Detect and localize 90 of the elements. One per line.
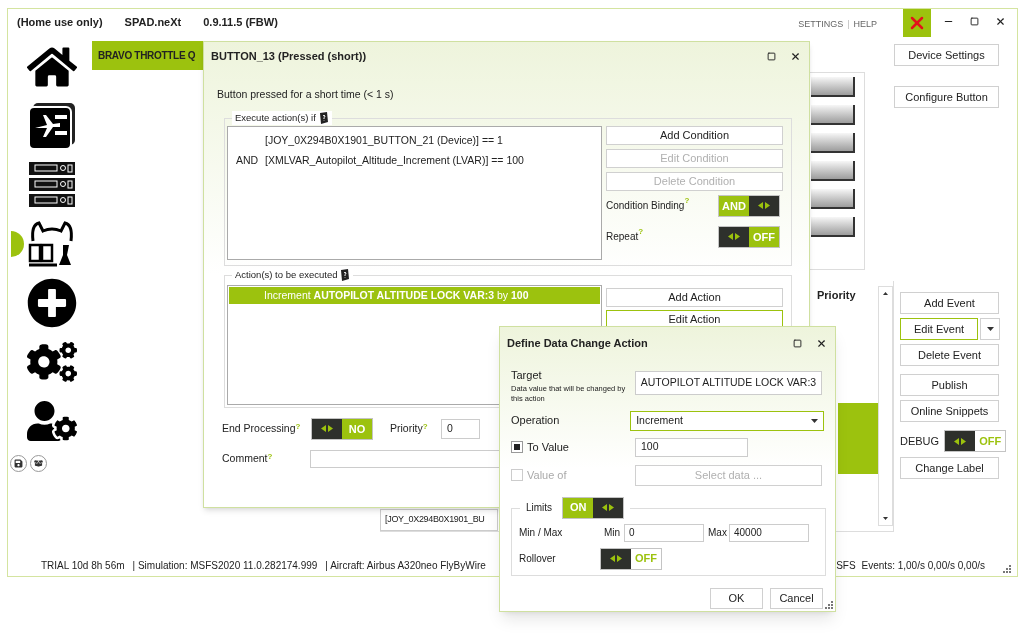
field-label: Priority (390, 420, 423, 436)
help-mark: ? (295, 420, 301, 431)
field-label: Comment (222, 450, 268, 466)
field-label: Min / Max (519, 526, 564, 540)
key-button[interactable] (811, 77, 855, 97)
condition-expression[interactable]: [JOY_0X294B0X1901_BUTTON_21 (Device)] == 1 (265, 132, 503, 149)
group-title: Limits (526, 501, 553, 515)
event-button[interactable]: Delete Event (900, 344, 999, 366)
group-title: Execute action(s) if (235, 110, 316, 125)
close-icon[interactable] (994, 15, 1006, 27)
menu-separator: | (847, 18, 850, 31)
maximize-icon[interactable] (969, 16, 979, 26)
event-button[interactable]: Add Event (900, 292, 999, 314)
max-field[interactable]: 40000 (729, 523, 809, 542)
device-tab[interactable]: BRAVO THROTTLE Q (92, 41, 203, 70)
dialog-description: Button pressed for a short time (< 1 s) (217, 87, 395, 102)
event-button[interactable]: Edit Event (900, 318, 978, 340)
device-button[interactable]: Device Settings (894, 44, 999, 66)
close-icon[interactable] (790, 51, 801, 62)
field-label: Operation (511, 413, 561, 429)
window-title: SPAD.neXt (124, 15, 182, 30)
checklist-icon[interactable] (27, 101, 77, 151)
condition-expression[interactable]: [XMLVAR_Autopilot_Altitude_Increment (LVAR)] == 100 (265, 152, 524, 169)
dialog-button[interactable]: OK (710, 587, 763, 609)
share-button[interactable]: Online Snippets (900, 400, 999, 422)
arrows-icon (758, 202, 770, 210)
window-title: 0.9.11.5 (FBW) (203, 15, 278, 30)
field-label: Target (511, 368, 543, 383)
checkbox-label: To Value (527, 439, 569, 455)
dropdown-button[interactable] (980, 318, 1000, 340)
key-button[interactable] (811, 217, 855, 237)
checkbox[interactable] (511, 441, 523, 453)
close-icon[interactable] (816, 337, 827, 349)
event-priority-bar (838, 402, 879, 474)
window-title: (Home use only) (17, 15, 103, 30)
dialog-title: Define Data Change Action (507, 335, 648, 351)
arrows-icon (610, 555, 622, 562)
resize-grip-icon[interactable] (1003, 564, 1011, 573)
field-label: Min (604, 526, 622, 540)
status-text: Events: 1,00/s 0,00/s 0,00/s (861, 558, 985, 573)
help-mark: ? (684, 194, 690, 205)
key-button[interactable] (811, 133, 855, 153)
resize-grip-icon[interactable] (825, 601, 833, 609)
event-row[interactable]: [JOY_0X294B0X1901_BU (380, 509, 498, 531)
key-button[interactable] (811, 105, 855, 125)
operation-dropdown[interactable]: Increment (630, 410, 824, 431)
caret-icon (811, 418, 818, 423)
option-label: Repeat (606, 231, 639, 245)
settings-link[interactable]: SETTINGS (798, 18, 844, 32)
field-label: Rollover (519, 552, 557, 566)
maximize-icon[interactable] (793, 338, 802, 348)
priority-field[interactable]: 0 (441, 418, 480, 439)
value-field[interactable]: 100 (635, 437, 748, 457)
help-mark: ? (638, 225, 644, 236)
status-text: TRIAL 10d 8h 56m (41, 558, 125, 573)
column-header: Priority (816, 288, 857, 303)
field-label: End Processing (222, 420, 296, 436)
package-icon (34, 459, 43, 468)
device-button[interactable]: Configure Button (894, 86, 999, 108)
debug-label: DEBUG (900, 433, 940, 449)
help-mark: ? (422, 420, 428, 431)
arrows-icon (602, 504, 615, 511)
condition-button[interactable]: Add Condition (606, 125, 783, 145)
save-icon (14, 459, 23, 468)
arrows-icon (321, 425, 333, 433)
caret-icon (986, 327, 994, 331)
dialog-title: BUTTON_13 (Pressed (short)) (211, 49, 367, 65)
help-mark: ? (267, 450, 273, 461)
key-button[interactable] (811, 189, 855, 209)
share-button[interactable]: Publish (900, 374, 999, 396)
action-button[interactable]: Add Action (606, 287, 783, 307)
field-label: Max (708, 526, 728, 540)
change-label-button[interactable]: Change Label (900, 457, 999, 479)
option-label: Condition Binding (606, 200, 685, 214)
status-text: | Simulation: MSFS2020 11.0.282174.999 (132, 558, 318, 573)
arrows-icon (728, 233, 740, 241)
arrows-icon (954, 437, 967, 445)
checkbox-label: Value of (527, 467, 567, 483)
dialog-button[interactable]: Cancel (770, 587, 823, 609)
key-button[interactable] (811, 161, 855, 181)
maximize-icon[interactable] (767, 52, 776, 61)
scrollbar[interactable] (878, 286, 893, 526)
radio-panels-icon[interactable] (27, 160, 77, 210)
target-field[interactable]: AUTOPILOT ALTITUDE LOCK VAR:3 (635, 371, 822, 395)
status-text: SFS (836, 558, 856, 573)
status-text: | Aircraft: Airbus A320neo FlyByWire (325, 558, 486, 573)
min-field[interactable]: 0 (624, 523, 704, 542)
group-title: Action(s) to be executed (235, 267, 338, 282)
help-link[interactable]: HELP (853, 18, 877, 32)
condition-operator: AND (236, 153, 259, 166)
